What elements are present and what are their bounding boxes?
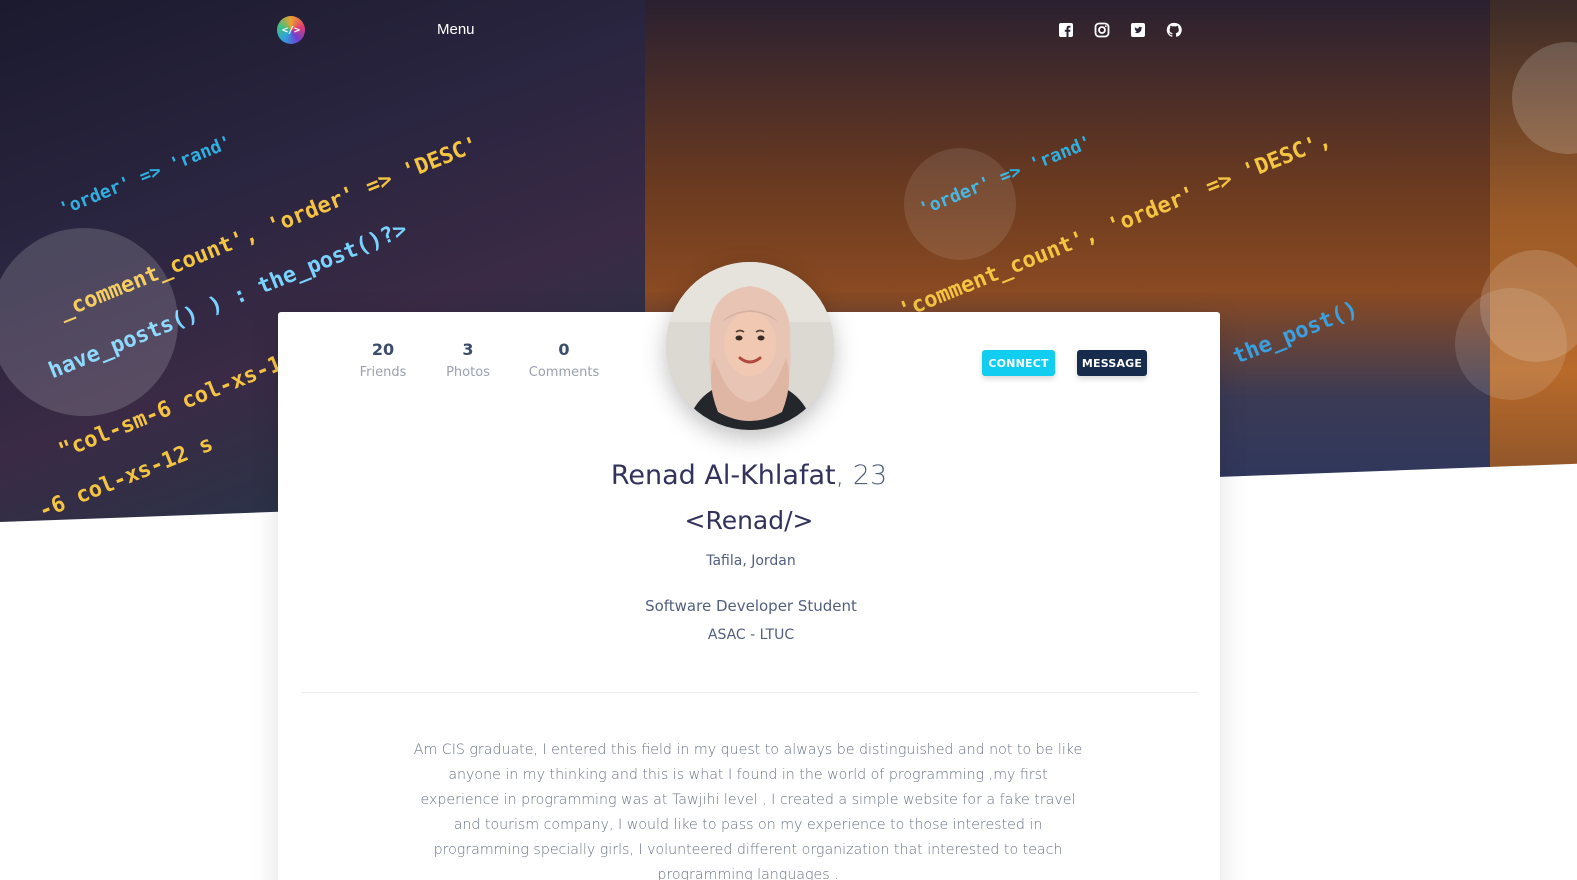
instagram-icon[interactable] (1094, 22, 1110, 38)
stat-photos[interactable]: 3 Photos (423, 340, 513, 380)
profile-page: _comment_count', 'order' => 'DESC' have_… (0, 0, 1577, 880)
stat-label: Friends (359, 365, 407, 380)
stat-label: Photos (446, 365, 490, 380)
stat-friends[interactable]: 20 Friends (338, 340, 428, 380)
stat-value: 3 (462, 340, 474, 359)
menu-link[interactable]: Menu (437, 21, 475, 38)
profile-name-line: Renad Al-Khlafat, 23 (278, 460, 1220, 491)
profile-name: Renad Al-Khlafat (610, 460, 836, 491)
twitter-icon[interactable] (1130, 22, 1146, 38)
section-divider (302, 692, 1198, 693)
github-icon[interactable] (1166, 22, 1182, 38)
stat-value: 20 (371, 340, 395, 359)
bokeh-circle (1455, 288, 1567, 400)
profile-handle: <Renad/> (684, 506, 814, 535)
stat-comments[interactable]: 0 Comments (519, 340, 609, 380)
avatar[interactable] (666, 262, 834, 430)
profile-job-title: Software Developer Student (645, 597, 857, 615)
stat-value: 0 (558, 340, 570, 359)
profile-age: , 23 (835, 460, 888, 491)
bokeh-circle (904, 148, 1016, 260)
logo-icon[interactable]: </> (277, 16, 305, 44)
facebook-icon[interactable] (1058, 22, 1074, 38)
stat-label: Comments (528, 365, 600, 380)
profile-bio: Am CIS graduate, I entered this field in… (413, 742, 1083, 880)
message-button[interactable]: MESSAGE (1077, 350, 1147, 376)
profile-organization: ASAC - LTUC (707, 627, 795, 643)
connect-button[interactable]: CONNECT (982, 350, 1055, 376)
profile-location: Tafila, Jordan (706, 553, 796, 569)
